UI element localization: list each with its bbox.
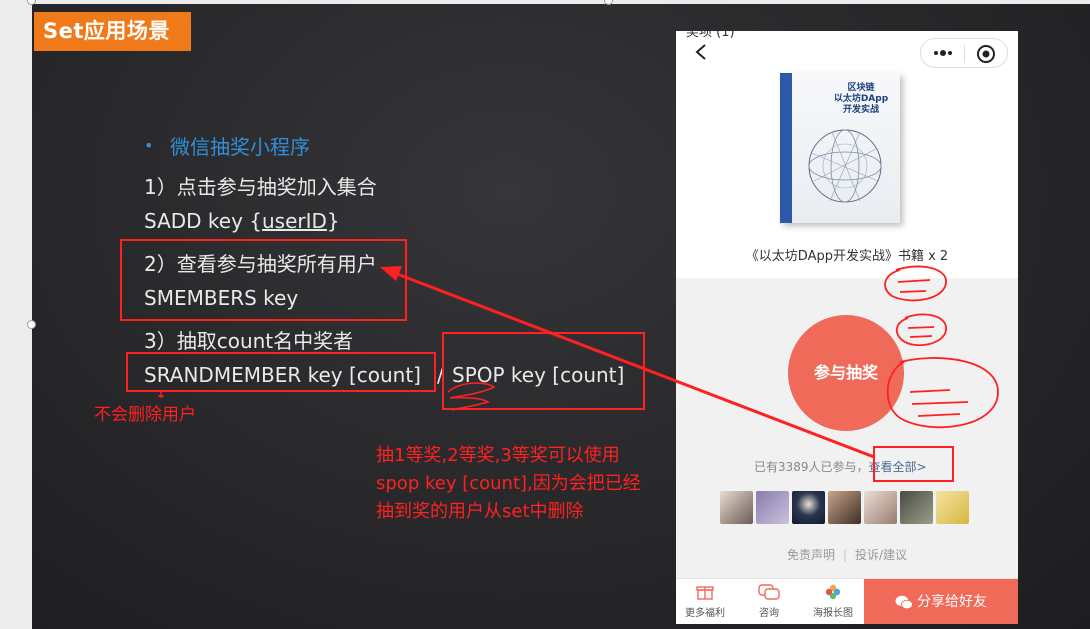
back-arrow-icon[interactable]	[694, 43, 708, 61]
phone-screenshot: 奖项 (1) 区块链 以太坊DApp 开发实战 《以太坊DApp开发实战》书籍 …	[676, 31, 1018, 624]
phone-nav-bar: 奖项 (1)	[676, 31, 1018, 73]
footer-links: 免责声明 | 投诉/建议	[676, 546, 1018, 563]
gift-icon	[696, 586, 714, 600]
step-3-text: 3）抽取count名中奖者	[144, 329, 354, 353]
tab-poster[interactable]: 海报长图	[804, 583, 862, 619]
feedback-link[interactable]: 投诉/建议	[855, 548, 907, 562]
annotation-no-delete: 不会删除用户	[94, 405, 196, 425]
book-cover-title: 区块链 以太坊DApp 开发实战	[826, 83, 896, 116]
join-lottery-button[interactable]: 参与抽奖	[788, 315, 904, 431]
chat-icon	[758, 584, 780, 600]
annotation-note-line-1: 抽1等奖,2等奖,3等奖可以使用	[376, 445, 620, 466]
editor-margin	[0, 0, 32, 629]
bullet-heading: 微信抽奖小程序	[170, 135, 310, 159]
step-1-text: 1）点击参与抽奖加入集合	[144, 175, 377, 199]
prize-section: 区块链 以太坊DApp 开发实战 《以太坊DApp开发实战》书籍 x 2	[676, 73, 1018, 278]
footer-divider: |	[842, 548, 847, 562]
command-sadd-suffix: }	[326, 209, 340, 233]
avatar[interactable]	[828, 491, 861, 524]
share-button-label: 分享给好友	[917, 594, 987, 610]
network-globe-icon	[808, 129, 882, 203]
book-title-line-1: 区块链	[847, 83, 875, 93]
tab-label: 更多福利	[685, 608, 725, 619]
annotation-note-line-3: 抽到奖的用户从set中删除	[376, 501, 584, 522]
avatar[interactable]	[720, 491, 753, 524]
disclaimer-link[interactable]: 免责声明	[787, 548, 835, 562]
annotation-note: 抽1等奖,2等奖,3等奖可以使用 spop key [count],因为会把已经…	[376, 442, 641, 526]
avatar[interactable]	[936, 491, 969, 524]
phone-page-title: 奖项 (1)	[686, 31, 735, 40]
command-sadd: SADD key {userID}	[144, 209, 340, 233]
screen: Set应用场景 • 微信抽奖小程序 1）点击参与抽奖加入集合 SADD key …	[0, 0, 1090, 629]
tab-label: 咨询	[759, 608, 779, 619]
participants-count-text: 已有3389人已参与，	[754, 460, 869, 474]
highlight-box-step2	[120, 239, 407, 321]
prize-name: 《以太坊DApp开发实战》书籍 x 2	[745, 249, 949, 264]
slide-title: Set应用场景	[34, 12, 191, 51]
book-spine	[780, 73, 792, 223]
more-dots-icon[interactable]	[932, 47, 954, 59]
wechat-icon	[895, 595, 913, 609]
lottery-section: 参与抽奖 已有3389人已参与，查看全部> 免责声明 | 投诉/建议	[676, 278, 1018, 568]
capsule-divider	[964, 45, 965, 63]
book-cover-image: 区块链 以太坊DApp 开发实战	[780, 73, 900, 223]
highlight-box-spop	[442, 332, 645, 410]
miniprogram-capsule	[920, 38, 1008, 68]
tab-label: 海报长图	[813, 608, 853, 619]
highlight-box-srandmember	[126, 352, 436, 392]
avatar[interactable]	[792, 491, 825, 524]
command-sadd-arg: userID	[262, 209, 327, 233]
avatar[interactable]	[756, 491, 789, 524]
bullet-icon: •	[144, 136, 154, 155]
avatar[interactable]	[900, 491, 933, 524]
tab-consult[interactable]: 咨询	[740, 583, 798, 619]
share-to-friends-button[interactable]: 分享给好友	[864, 579, 1018, 624]
book-title-line-3: 开发实战	[842, 105, 879, 115]
avatar[interactable]	[864, 491, 897, 524]
command-sadd-prefix: SADD key {	[144, 209, 262, 233]
poster-icon	[825, 584, 841, 600]
bottom-tab-bar: 更多福利 咨询 海报长图 分享给好友	[676, 578, 1018, 624]
resize-handle-middle-left[interactable]	[27, 320, 36, 329]
close-target-icon[interactable]	[976, 44, 996, 64]
tab-more-benefits[interactable]: 更多福利	[676, 583, 734, 619]
annotation-note-line-2: spop key [count],因为会把已经	[376, 473, 641, 494]
view-all-link[interactable]: 查看全部>	[869, 460, 927, 474]
book-title-line-2: 以太坊DApp	[833, 94, 889, 104]
participants-summary: 已有3389人已参与，查看全部>	[754, 458, 927, 475]
